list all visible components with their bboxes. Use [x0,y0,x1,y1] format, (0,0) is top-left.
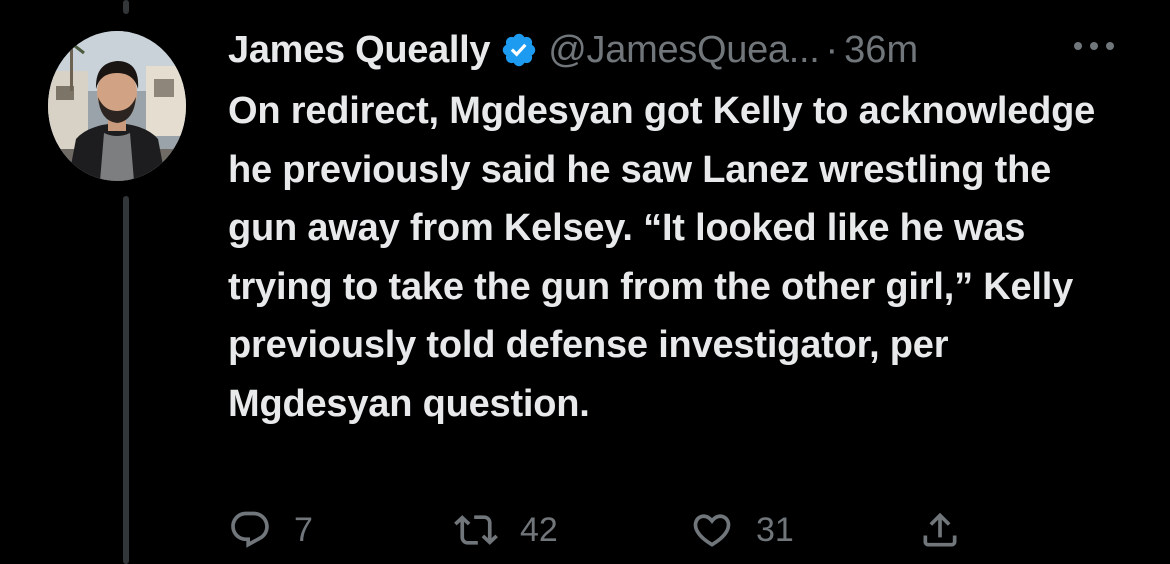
share-icon [918,508,962,552]
reply-icon [228,508,272,552]
tweet-text: On redirect, Mgdesyan got Kelly to ackno… [228,90,1096,425]
handle[interactable]: @JamesQuea... [548,29,820,72]
like-count: 31 [756,510,794,549]
tweet[interactable]: James Queally @JamesQuea... · 36m On red… [0,0,1170,564]
avatar[interactable] [48,31,186,181]
more-options-icon[interactable] [1072,36,1116,56]
tweet-actions: 7 42 31 [0,508,1170,552]
like-button[interactable]: 31 [690,508,794,552]
like-icon [690,508,734,552]
retweet-count: 42 [520,510,558,549]
tweet-header: James Queally @JamesQuea... · 36m [228,24,918,76]
reply-count: 7 [294,510,313,549]
retweet-button[interactable]: 42 [454,508,558,552]
avatar-photo [48,31,186,181]
reply-button[interactable]: 7 [228,508,313,552]
display-name[interactable]: James Queally [228,29,491,72]
thread-line-top [123,0,129,14]
retweet-icon [454,508,498,552]
timestamp[interactable]: 36m [844,29,918,72]
separator-dot: · [825,28,839,71]
share-button[interactable] [918,508,962,552]
verified-badge-icon [500,31,538,69]
